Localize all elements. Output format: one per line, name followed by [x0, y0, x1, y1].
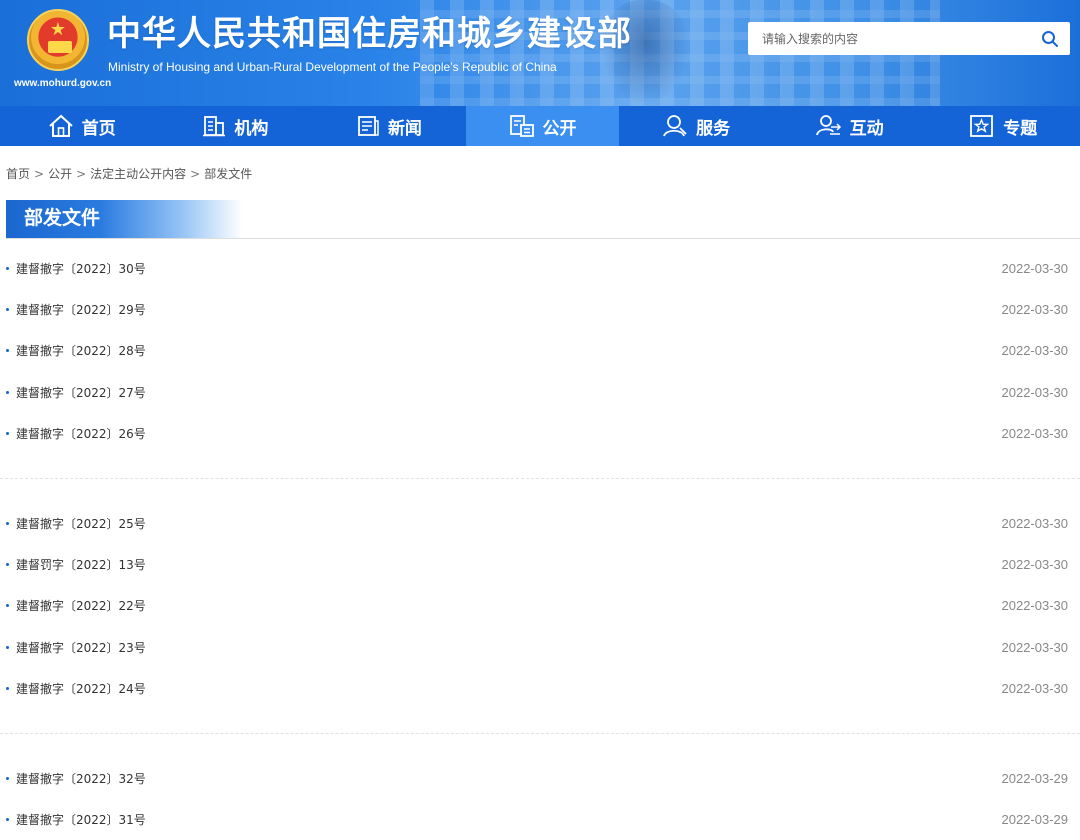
list-item-title[interactable]: 建督撤字〔2022〕22号 — [16, 597, 146, 614]
gate-icon — [48, 41, 72, 53]
search-icon[interactable] — [1030, 22, 1070, 55]
news-icon — [356, 115, 380, 137]
bullet-icon — [6, 308, 9, 312]
list-item[interactable]: 建督撤字〔2022〕32号 2022-03-29 — [0, 758, 1080, 799]
list-item-date: 2022-03-30 — [1001, 557, 1069, 573]
list-item[interactable]: 建督撤字〔2022〕22号 2022-03-30 — [0, 585, 1080, 626]
breadcrumb-home[interactable]: 首页 — [6, 167, 30, 181]
nav-item-organization[interactable]: 机构 — [159, 106, 313, 146]
nav-item-topic[interactable]: 专题 — [926, 106, 1080, 146]
breadcrumb-disclosure[interactable]: 公开 — [48, 167, 72, 181]
list-item-title[interactable]: 建督撤字〔2022〕32号 — [16, 770, 146, 787]
list-item-title[interactable]: 建督撤字〔2022〕28号 — [16, 342, 146, 359]
nav-item-interaction[interactable]: 互动 — [773, 106, 927, 146]
site-header: ★ www.mohurd.gov.cn 中华人民共和国住房和城乡建设部 Mini… — [0, 0, 1080, 106]
site-title[interactable]: 中华人民共和国住房和城乡建设部 — [107, 14, 632, 54]
topic-icon — [969, 114, 995, 138]
bullet-icon — [6, 604, 9, 608]
list-item[interactable]: 建督撤字〔2022〕30号 2022-03-30 — [0, 248, 1080, 289]
national-emblem-logo[interactable]: ★ — [27, 9, 89, 71]
nav-item-news[interactable]: 新闻 — [312, 106, 466, 146]
bullet-icon — [6, 390, 9, 394]
nav-item-label: 首页 — [81, 118, 116, 139]
list-item-date: 2022-03-30 — [1001, 302, 1069, 318]
list-item-date: 2022-03-30 — [1001, 598, 1069, 614]
list-item-title[interactable]: 建督撤字〔2022〕31号 — [16, 811, 146, 828]
list-group: 建督撤字〔2022〕30号 2022-03-30 建督撤字〔2022〕29号 2… — [0, 248, 1080, 479]
list-item-title[interactable]: 建督撤字〔2022〕25号 — [16, 515, 146, 532]
main-nav: 首页 机构 新闻 公开 服务 互动 专题 — [0, 106, 1080, 146]
nav-item-service[interactable]: 服务 — [619, 106, 773, 146]
list-item-date: 2022-03-30 — [1001, 384, 1069, 400]
list-item[interactable]: 建督撤字〔2022〕24号 2022-03-30 — [0, 668, 1080, 709]
disclosure-icon — [509, 114, 535, 138]
home-icon — [48, 114, 74, 138]
list-item-date: 2022-03-29 — [1001, 770, 1069, 786]
list-group: 建督撤字〔2022〕25号 2022-03-30 建督罚字〔2022〕13号 2… — [0, 479, 1080, 734]
building-icon — [202, 115, 226, 137]
nav-item-label: 机构 — [234, 118, 269, 139]
search-box — [748, 22, 1070, 55]
list-item-date: 2022-03-30 — [1001, 425, 1069, 441]
site-url: www.mohurd.gov.cn — [14, 78, 112, 89]
service-icon — [662, 114, 688, 138]
breadcrumb-separator: > — [76, 167, 87, 181]
list-item-title[interactable]: 建督撤字〔2022〕29号 — [16, 301, 146, 318]
nav-item-label: 专题 — [1003, 118, 1038, 139]
nav-item-label: 公开 — [542, 118, 577, 139]
list-item-date: 2022-03-30 — [1001, 343, 1069, 359]
list-item-date: 2022-03-30 — [1001, 516, 1069, 532]
list-item[interactable]: 建督撤字〔2022〕25号 2022-03-30 — [0, 503, 1080, 544]
site-subtitle: Ministry of Housing and Urban-Rural Deve… — [108, 60, 557, 74]
breadcrumb-separator: > — [190, 167, 201, 181]
nav-item-home[interactable]: 首页 — [5, 106, 159, 146]
list-item-title[interactable]: 建督罚字〔2022〕13号 — [16, 556, 146, 573]
bullet-icon — [6, 431, 9, 435]
list-item[interactable]: 建督撤字〔2022〕28号 2022-03-30 — [0, 330, 1080, 371]
bullet-icon — [6, 563, 9, 567]
bullet-icon — [6, 686, 9, 690]
breadcrumb: 首页 > 公开 > 法定主动公开内容 > 部发文件 — [6, 165, 252, 182]
section-title: 部发文件 — [24, 207, 101, 229]
star-icon: ★ — [49, 19, 67, 40]
list-item[interactable]: 建督撤字〔2022〕26号 2022-03-30 — [0, 413, 1080, 454]
bullet-icon — [6, 522, 9, 526]
list-item[interactable]: 建督撤字〔2022〕29号 2022-03-30 — [0, 289, 1080, 330]
nav-item-disclosure[interactable]: 公开 — [465, 106, 620, 146]
bullet-icon — [6, 267, 9, 271]
bullet-icon — [6, 645, 9, 649]
section-header: 部发文件 — [6, 200, 1080, 239]
search-input[interactable] — [748, 22, 1030, 55]
nav-item-label: 互动 — [849, 118, 884, 139]
list-item-title[interactable]: 建督撤字〔2022〕30号 — [16, 260, 146, 277]
breadcrumb-ministry-documents[interactable]: 部发文件 — [204, 167, 252, 181]
list-item-date: 2022-03-30 — [1001, 261, 1069, 277]
list-item-date: 2022-03-29 — [1001, 812, 1069, 828]
nav-item-label: 新闻 — [387, 118, 422, 139]
section-title-tab: 部发文件 — [6, 200, 242, 238]
list-item[interactable]: 建督撤字〔2022〕27号 2022-03-30 — [0, 372, 1080, 413]
nav-item-label: 服务 — [696, 118, 731, 139]
bullet-icon — [6, 349, 9, 353]
list-item-title[interactable]: 建督撤字〔2022〕26号 — [16, 425, 146, 442]
document-list: 建督撤字〔2022〕30号 2022-03-30 建督撤字〔2022〕29号 2… — [0, 248, 1080, 840]
list-item-title[interactable]: 建督撤字〔2022〕23号 — [16, 639, 146, 656]
list-item-title[interactable]: 建督撤字〔2022〕27号 — [16, 384, 146, 401]
list-item-date: 2022-03-30 — [1001, 639, 1069, 655]
bullet-icon — [6, 776, 9, 780]
bullet-icon — [6, 818, 9, 822]
list-item-title[interactable]: 建督撤字〔2022〕24号 — [16, 680, 146, 697]
list-item[interactable]: 建督撤字〔2022〕31号 2022-03-29 — [0, 799, 1080, 840]
list-item-date: 2022-03-30 — [1001, 680, 1069, 696]
breadcrumb-separator: > — [34, 167, 45, 181]
list-item[interactable]: 建督撤字〔2022〕23号 2022-03-30 — [0, 627, 1080, 668]
list-item[interactable]: 建督罚字〔2022〕13号 2022-03-30 — [0, 544, 1080, 585]
breadcrumb-statutory-content[interactable]: 法定主动公开内容 — [90, 167, 186, 181]
interaction-icon — [815, 114, 842, 138]
